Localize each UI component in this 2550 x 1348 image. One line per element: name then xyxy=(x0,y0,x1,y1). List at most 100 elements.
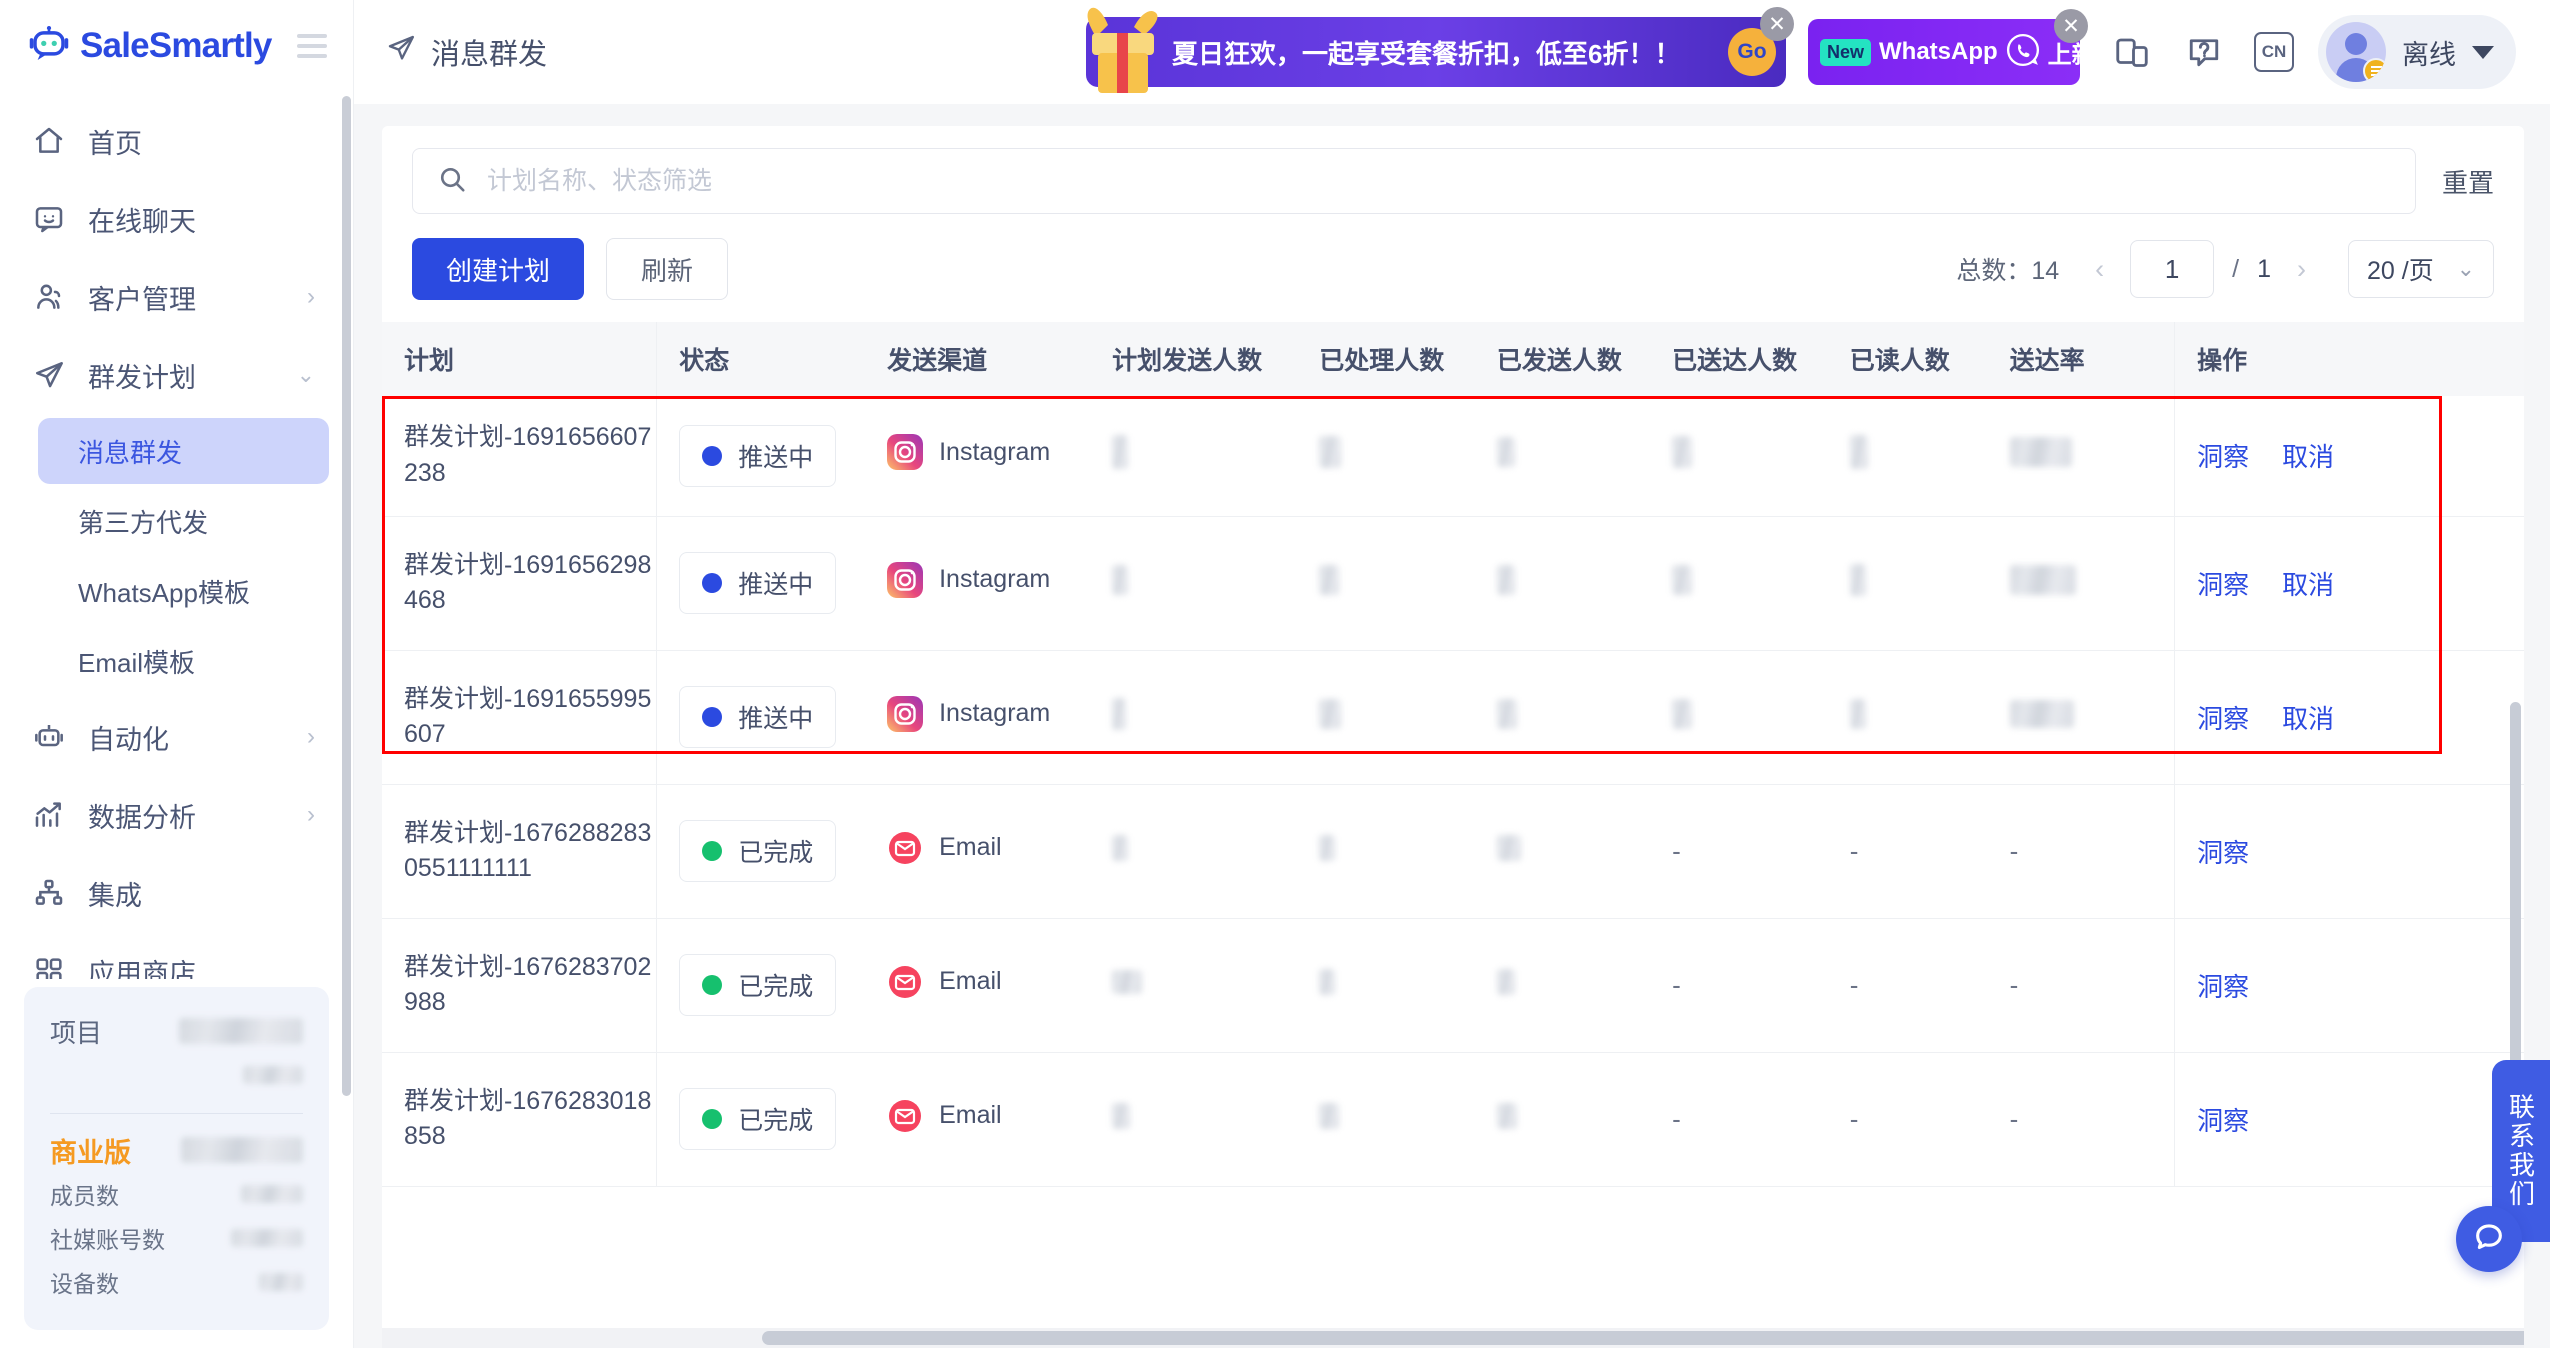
summer-promo-banner[interactable]: 夏日狂欢，一起享受套餐折扣，低至6折！！ Go ✕ xyxy=(1086,17,1786,87)
action-insight-link[interactable]: 洞察 xyxy=(2197,570,2249,600)
table-row[interactable]: 群发计划-1676283018858 已完成 xyxy=(382,1052,2524,1186)
channel: Email xyxy=(887,964,1002,1000)
blurred-value xyxy=(1850,699,1866,729)
main-area: 消息群发 夏日狂欢，一起享受套餐折扣，低至6折！！ Go xyxy=(354,0,2550,1348)
table-head: 计划 状态 发送渠道 计划发送人数 已处理人数 已发送人数 已送达人数 已读人数… xyxy=(382,322,2524,396)
page-separator: / xyxy=(2232,255,2239,284)
blurred-value xyxy=(1497,969,1515,995)
sidebar-subitem-label: 消息群发 xyxy=(78,433,182,470)
blurred-value xyxy=(1850,435,1868,469)
plan-members-value-blurred xyxy=(241,1185,303,1203)
sidebar-item-campaigns[interactable]: 群发计划 ⌄ xyxy=(14,336,333,414)
sidebar-subitem-message-broadcast[interactable]: 消息群发 xyxy=(38,418,329,484)
reset-button[interactable]: 重置 xyxy=(2442,163,2494,200)
cell-actions: 洞察 xyxy=(2175,1052,2524,1186)
send-plane-icon xyxy=(32,358,66,392)
col-header-planned: 计划发送人数 xyxy=(1090,322,1297,396)
robot-icon xyxy=(32,720,66,754)
table-scroll-container[interactable]: 计划 状态 发送渠道 计划发送人数 已处理人数 已发送人数 已送达人数 已读人数… xyxy=(382,322,2524,1348)
cell-processed xyxy=(1297,918,1475,1052)
content-area: 重置 创建计划 刷新 总数：14 ‹ 1 / 1 › 20 /页 ⌄ xyxy=(354,104,2550,1348)
close-icon[interactable]: ✕ xyxy=(1760,7,1794,41)
hamburger-menu-icon[interactable] xyxy=(297,34,327,58)
sidebar-item-livechat[interactable]: 在线聊天 xyxy=(14,180,333,258)
sidebar-item-home[interactable]: 首页 xyxy=(14,102,333,180)
action-cancel-link[interactable]: 取消 xyxy=(2282,570,2334,600)
devices-icon[interactable] xyxy=(2110,30,2154,74)
action-insight-link[interactable]: 洞察 xyxy=(2197,972,2249,1002)
status-label: 推送中 xyxy=(738,699,813,735)
cell-delivered xyxy=(1650,650,1828,784)
page-size-label: 20 /页 xyxy=(2367,251,2434,287)
brand-header: SaleSmartly xyxy=(0,0,353,92)
sidebar-item-label: 数据分析 xyxy=(88,796,196,835)
cell-rate: - xyxy=(1988,1052,2175,1186)
contact-us-bubble-button[interactable] xyxy=(2456,1206,2522,1272)
action-insight-link[interactable]: 洞察 xyxy=(2197,1106,2249,1136)
prev-page-button[interactable]: ‹ xyxy=(2087,254,2112,285)
plan-tier-label: 商业版 xyxy=(50,1131,131,1170)
sidebar-subitem-label: WhatsApp模板 xyxy=(78,573,250,610)
plan-project-value-blurred-2 xyxy=(243,1066,303,1084)
create-plan-button[interactable]: 创建计划 xyxy=(412,238,584,300)
plan-tier-row: 商业版 xyxy=(50,1128,303,1172)
email-icon xyxy=(887,830,923,866)
pagination: 总数：14 ‹ 1 / 1 › 20 /页 ⌄ xyxy=(1956,240,2494,298)
cell-plan: 群发计划-1676283702988 xyxy=(382,918,657,1052)
table-row[interactable]: 群发计划-1691656298468 推送中 xyxy=(382,516,2524,650)
table-horizontal-scrollbar-track[interactable] xyxy=(382,1328,2524,1348)
sidebar-item-label: 集成 xyxy=(88,874,142,913)
sidebar-subitem-email-template[interactable]: Email模板 xyxy=(38,628,329,694)
table-horizontal-scrollbar-thumb[interactable] xyxy=(762,1331,2524,1345)
close-icon[interactable]: ✕ xyxy=(2054,9,2088,43)
instagram-icon xyxy=(887,434,923,470)
page-size-select[interactable]: 20 /页 ⌄ xyxy=(2348,240,2494,298)
cell-planned xyxy=(1090,784,1297,918)
whatsapp-promo-banner[interactable]: New WhatsApp 上新 ✕ xyxy=(1808,19,2080,85)
sidebar-scrollbar[interactable] xyxy=(342,96,351,1096)
action-cancel-link[interactable]: 取消 xyxy=(2282,704,2334,734)
empty-value: - xyxy=(2010,1104,2019,1134)
search-box[interactable] xyxy=(412,148,2416,214)
total-pages-label: 1 xyxy=(2257,255,2271,284)
plan-tier-value-blurred xyxy=(181,1137,303,1163)
sidebar-item-analytics[interactable]: 数据分析 › xyxy=(14,776,333,854)
sidebar-item-automation[interactable]: 自动化 › xyxy=(14,698,333,776)
action-cancel-link[interactable]: 取消 xyxy=(2282,442,2334,472)
total-count-label: 总数：14 xyxy=(1956,251,2059,287)
sidebar-item-integrations[interactable]: 集成 xyxy=(14,854,333,932)
sidebar-item-customers[interactable]: 客户管理 › xyxy=(14,258,333,336)
cell-channel: Instagram xyxy=(865,396,1090,516)
table-row[interactable]: 群发计划-1691656607238 推送中 xyxy=(382,396,2524,516)
search-input[interactable] xyxy=(487,167,2391,196)
language-switch-button[interactable]: CN xyxy=(2254,32,2294,72)
empty-value: - xyxy=(2010,836,2019,866)
status-badge: 已完成 xyxy=(679,1088,836,1150)
status-dot-icon xyxy=(702,573,722,593)
cell-actions: 洞察 xyxy=(2175,918,2524,1052)
table-row[interactable]: 群发计划-1691655995607 推送中 xyxy=(382,650,2524,784)
blurred-value xyxy=(1497,565,1515,595)
grid-apps-icon xyxy=(32,954,66,979)
table-row[interactable]: 群发计划-1676283702988 已完成 xyxy=(382,918,2524,1052)
action-insight-link[interactable]: 洞察 xyxy=(2197,442,2249,472)
table-row[interactable]: 群发计划-16762882830551111111 已完成 xyxy=(382,784,2524,918)
sidebar-subitem-third-party[interactable]: 第三方代发 xyxy=(38,488,329,554)
send-plane-icon xyxy=(386,33,416,71)
cell-read: - xyxy=(1828,1052,1988,1186)
sidebar-subitem-whatsapp-template[interactable]: WhatsApp模板 xyxy=(38,558,329,624)
user-status-menu[interactable]: 离线 xyxy=(2318,15,2516,89)
cell-status: 推送中 xyxy=(657,396,865,516)
refresh-button[interactable]: 刷新 xyxy=(606,238,728,300)
col-header-channel: 发送渠道 xyxy=(865,322,1090,396)
page-number-input[interactable]: 1 xyxy=(2130,240,2214,298)
col-header-rate: 送达率 xyxy=(1988,322,2175,396)
next-page-button[interactable]: › xyxy=(2289,254,2314,285)
sidebar-item-appstore[interactable]: 应用商店 xyxy=(14,932,333,979)
whatsapp-promo-text: WhatsApp xyxy=(1879,38,1998,66)
action-insight-link[interactable]: 洞察 xyxy=(2197,838,2249,868)
action-insight-link[interactable]: 洞察 xyxy=(2197,704,2249,734)
blurred-value xyxy=(1319,565,1339,595)
summer-promo-text: 夏日狂欢，一起享受套餐折扣，低至6折！！ xyxy=(1172,34,1680,71)
help-question-icon[interactable] xyxy=(2182,30,2226,74)
